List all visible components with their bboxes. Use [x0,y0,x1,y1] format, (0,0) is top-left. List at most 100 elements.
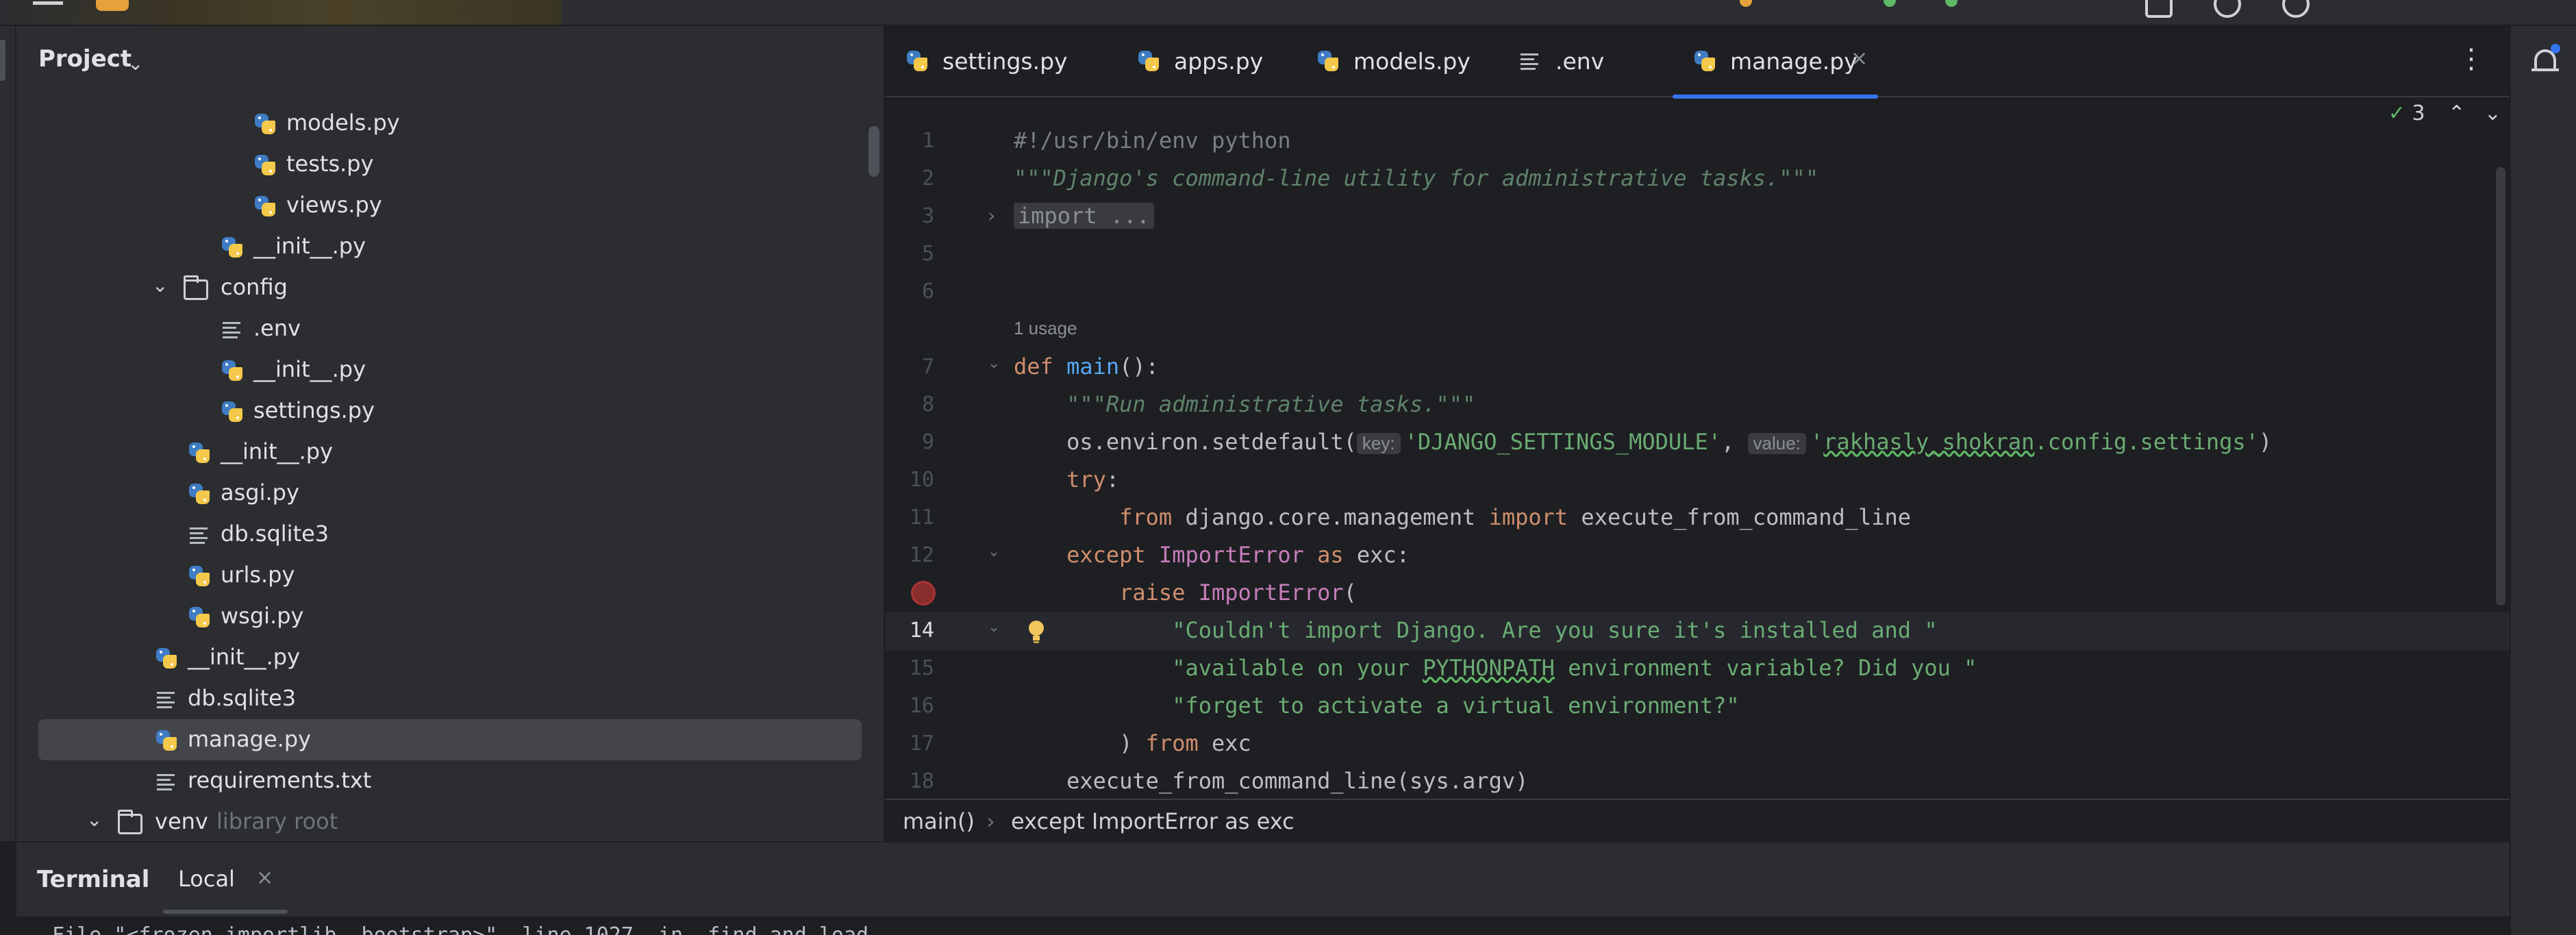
project-tool-indicator[interactable] [0,40,5,81]
project-tree-item[interactable]: __init__.py [16,226,884,267]
project-tree-item[interactable]: wsgi.py [16,596,884,637]
chevron-right-icon[interactable]: ⌄ [86,808,102,831]
project-tree-item[interactable]: models.py [16,103,884,144]
editor-panel: settings.py apps.py models.py .env manage.py… [885,26,2510,841]
search-icon[interactable] [2214,0,2241,18]
project-tree-item[interactable]: .env [16,308,884,349]
status-dot-icon [1740,0,1752,7]
project-tree-item[interactable]: urls.py [16,555,884,596]
close-icon[interactable]: × [1851,47,1868,71]
fold-collapse-icon[interactable]: ⌄ [988,543,1000,560]
text-file-icon [188,523,211,547]
text-file-icon [155,770,178,793]
line-number: 6 [921,279,934,303]
project-panel-title[interactable]: Project [38,45,132,73]
breadcrumb-item[interactable]: except ImportError as exc [1011,808,1295,834]
tab-models-py[interactable]: models.py [1296,26,1488,97]
project-tree-label: manage.py [188,726,312,752]
tab-label: manage.py [1730,48,1858,75]
add-user-icon[interactable] [2145,0,2173,18]
project-tree-label: urls.py [221,562,295,588]
project-tree-item[interactable]: tests.py [16,144,884,185]
project-tree-item[interactable]: __init__.py [16,637,884,678]
code-line: except ImportError as exc: [1066,542,1410,568]
project-tree-item[interactable]: db.sqlite3 [16,514,884,555]
text-file-icon [155,688,178,711]
breakpoint-icon[interactable] [911,581,936,606]
tab-local[interactable]: Local [178,866,235,892]
python-file-icon [188,482,211,506]
line-number: 11 [909,506,934,529]
project-tree-label: models.py [286,110,400,136]
terminal-title[interactable]: Terminal [37,866,149,893]
chevron-up-icon[interactable]: ⌃ [2448,101,2465,125]
project-tree-label: __init__.py [253,356,366,382]
code-line: "forget to activate a virtual environmen… [1172,693,1740,719]
project-tree-item[interactable]: ⌄ config [16,267,884,308]
project-tree-label: views.py [286,192,382,218]
inspection-widget[interactable]: ✓ 3 ⌃ ⌄ [2388,101,2501,125]
inspection-count: 3 [2412,101,2425,125]
tab-manage-py[interactable]: manage.py × [1673,26,1878,99]
tab-env[interactable]: .env [1498,26,1662,97]
fold-collapse-icon[interactable]: ⌄ [988,619,1000,636]
code-line: execute_from_command_line(sys.argv) [1066,768,1529,794]
active-tab-indicator [163,910,288,914]
project-tree-item[interactable]: __init__.py [16,432,884,473]
settings-icon[interactable] [2282,0,2310,18]
chevron-down-icon[interactable]: ⌄ [2484,101,2501,125]
code-line: os.environ.setdefault(key: 'DJANGO_SETTIN… [1066,429,2273,455]
code-area[interactable]: 1 2 3 5 6 7 8 9 10 11 12 14 15 16 17 18 … [885,99,2510,831]
fold-collapse-icon[interactable]: ⌄ [988,355,1000,372]
python-file-icon [155,729,178,752]
project-tree-label: __init__.py [221,438,334,464]
project-tree-label: requirements.txt [188,767,372,793]
usage-hint[interactable]: 1 usage [1014,318,1077,339]
line-number: 5 [921,242,934,266]
line-number: 1 [921,129,934,153]
more-options-icon[interactable]: ⋮ [2458,45,2485,73]
title-bar [0,0,2576,26]
project-badge-icon[interactable] [96,0,129,11]
line-number: 7 [921,355,934,379]
code-line: "Couldn't import Django. Are you sure it… [1172,617,1938,643]
editor-scrollbar[interactable] [2496,167,2505,606]
line-number: 2 [921,166,934,190]
tab-settings-py[interactable]: settings.py [885,26,1104,97]
chevron-down-icon[interactable]: ⌄ [127,52,143,75]
code-line: try: [1066,466,1120,493]
project-tree-item[interactable]: views.py [16,185,884,226]
code-line: import ... [1014,203,1154,229]
tab-label: models.py [1353,48,1471,75]
line-number: 10 [909,468,934,492]
project-tree-item[interactable]: db.sqlite3 [16,678,884,719]
terminal-panel: Terminal Local × File "<frozen importlib… [16,841,2510,935]
code-line: #!/usr/bin/env python [1014,127,1291,153]
fold-expand-icon[interactable]: › [988,204,995,227]
project-tree-item[interactable]: manage.py [16,719,884,760]
main-menu-icon[interactable] [33,1,63,5]
notifications-icon[interactable] [2531,44,2560,77]
project-tree-label: tests.py [286,151,374,177]
code-line: from django.core.management import execu… [1119,504,1912,530]
terminal-output[interactable]: File "<frozen importlib._bootstrap>", li… [16,917,2510,935]
project-tree-item[interactable]: settings.py [16,390,884,432]
close-icon[interactable]: × [256,866,273,890]
tab-label: apps.py [1174,48,1264,75]
python-file-icon [253,153,277,177]
code-line: def main(): [1014,353,1159,379]
project-tree-item[interactable]: asgi.py [16,473,884,514]
folded-imports[interactable]: import ... [1014,203,1154,229]
project-tree-item[interactable]: ⌄ venv library root [16,801,884,841]
breadcrumb-item[interactable]: main() [903,808,975,834]
tab-apps-py[interactable]: apps.py [1116,26,1288,97]
project-tree-item[interactable]: __init__.py [16,349,884,390]
python-file-icon [221,400,244,423]
folder-icon [184,275,208,300]
left-tool-strip [0,26,16,841]
python-file-icon [253,112,277,136]
project-tree-item[interactable]: requirements.txt [16,760,884,801]
chevron-down-icon[interactable]: ⌄ [152,274,168,297]
folder-icon [118,810,142,834]
line-number: 16 [909,694,934,718]
